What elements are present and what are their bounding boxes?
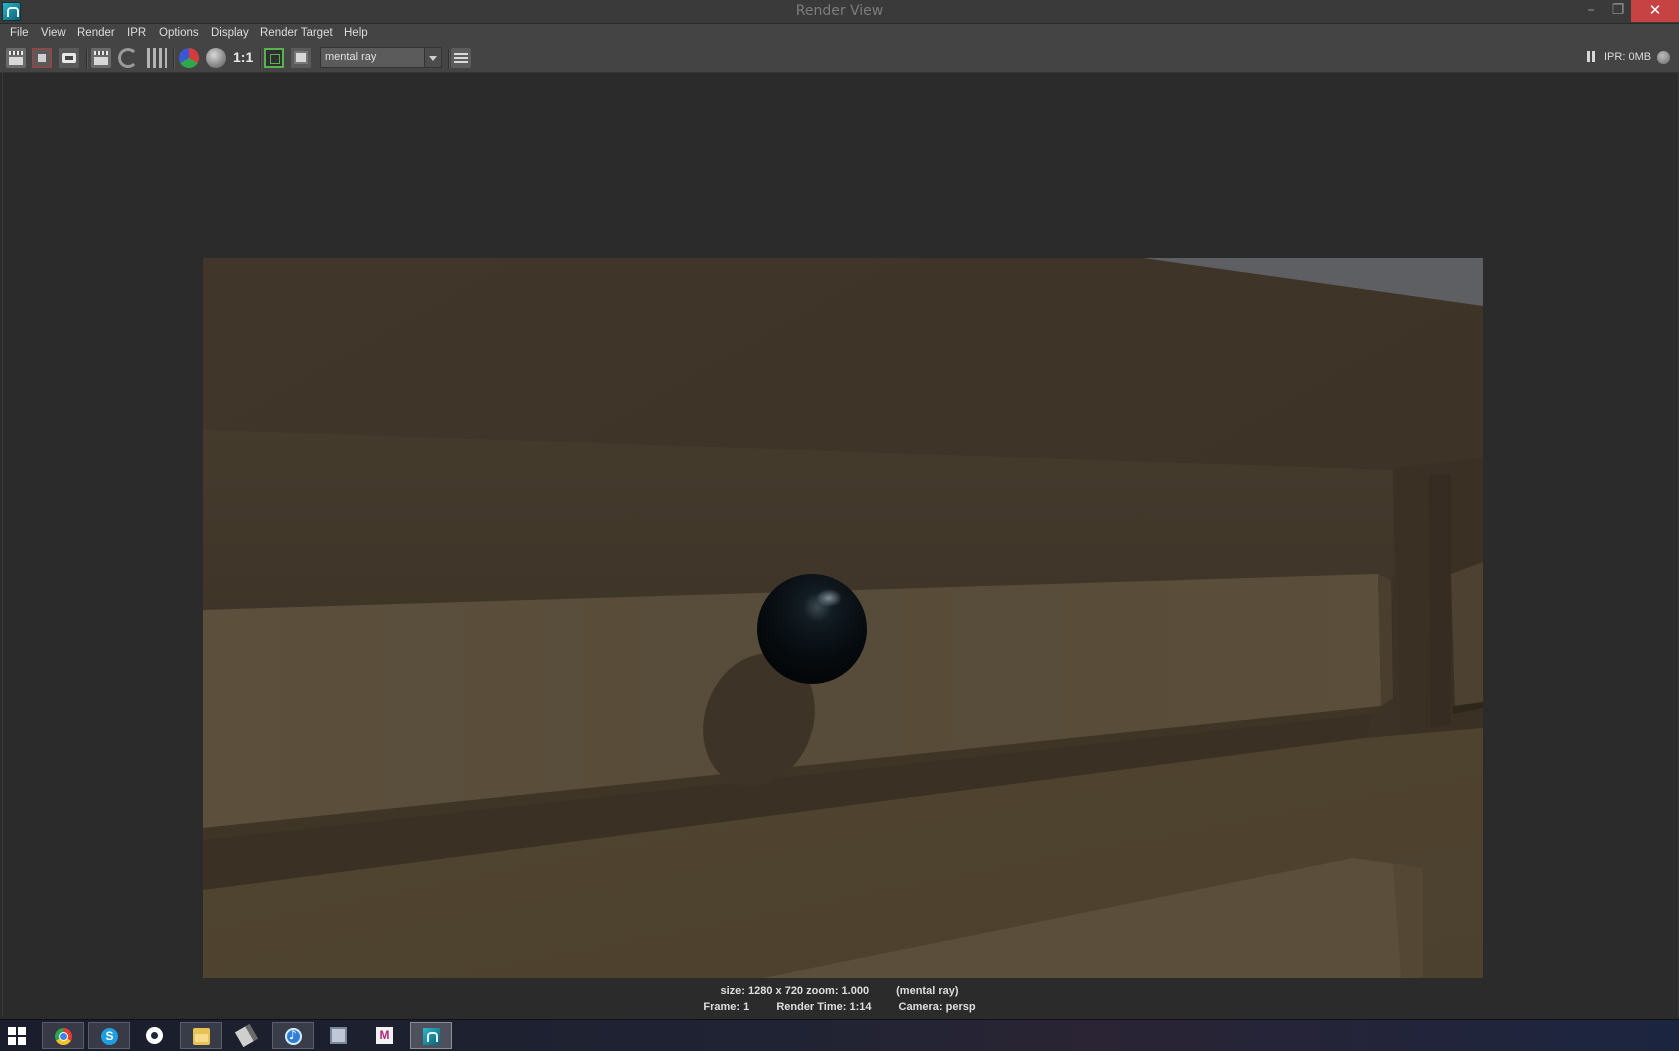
renderer-dropdown[interactable]: mental ray: [320, 47, 442, 68]
renderer-label: (mental ray): [896, 985, 959, 997]
taskbar-maya[interactable]: [410, 1022, 452, 1049]
taskbar-steam[interactable]: [134, 1022, 176, 1049]
menu-view[interactable]: View: [41, 27, 66, 39]
camera-name: Camera: persp: [898, 1001, 976, 1013]
toolbar-separator: [86, 49, 88, 69]
status-frame-line: Frame: 1 Render Time: 1:14 Camera: persp: [0, 1001, 1679, 1013]
snapshot-icon[interactable]: [59, 48, 79, 68]
menu-help[interactable]: Help: [344, 27, 368, 39]
render-region-icon[interactable]: [264, 48, 284, 68]
render-region-stop-icon[interactable]: [32, 48, 52, 68]
toolbar-separator: [448, 49, 450, 69]
render-time: Render Time: 1:14: [776, 1001, 872, 1013]
toolbar-separator: [260, 49, 262, 69]
taskbar-itunes[interactable]: [272, 1022, 314, 1049]
start-icon[interactable]: [8, 1027, 26, 1045]
pause-icon[interactable]: [1586, 51, 1596, 62]
taskbar-monitor[interactable]: [318, 1022, 360, 1049]
rendered-image: [203, 258, 1483, 978]
taskbar-skype[interactable]: S: [88, 1022, 130, 1049]
redo-previous-render-icon[interactable]: [6, 48, 26, 68]
restore-button[interactable]: ❐: [1603, 0, 1633, 22]
menu-render-target[interactable]: Render Target: [260, 27, 333, 39]
mudbox-icon: M: [376, 1027, 393, 1044]
monitor-icon: [330, 1027, 347, 1044]
status-size-line: size: 1280 x 720 zoom: 1.000 (mental ray…: [0, 985, 1679, 997]
ipr-memory-status: IPR: 0MB: [1604, 51, 1652, 63]
itunes-icon: [285, 1028, 302, 1045]
taskbar-file-explorer[interactable]: [180, 1022, 222, 1049]
taskbar: S M: [0, 1019, 1679, 1051]
close-button[interactable]: ✕: [1631, 0, 1679, 22]
menu-file[interactable]: File: [10, 27, 29, 39]
render-layers-icon[interactable]: [451, 48, 471, 68]
render-viewport[interactable]: [2, 73, 1679, 1017]
chrome-icon: [55, 1028, 72, 1045]
image-size-zoom: size: 1280 x 720 zoom: 1.000: [720, 985, 870, 997]
alpha-channel-icon[interactable]: [206, 48, 226, 68]
render-settings-icon[interactable]: [147, 48, 167, 68]
taskbar-mudbox[interactable]: M: [364, 1022, 406, 1049]
toolbar-separator: [173, 49, 175, 69]
file-explorer-icon: [193, 1028, 210, 1045]
taskbar-pen-tool[interactable]: [226, 1022, 268, 1049]
menu-ipr[interactable]: IPR: [127, 27, 146, 39]
maya-icon: [423, 1028, 440, 1045]
real-size-button[interactable]: 1:1: [233, 49, 257, 69]
pen-tool-icon: [234, 1023, 259, 1048]
window-title: Render View: [795, 3, 884, 19]
menu-bar: File View Render IPR Options Display Ren…: [0, 24, 1679, 44]
rgb-channels-icon[interactable]: [179, 48, 199, 68]
frame-number: Frame: 1: [703, 1001, 750, 1013]
menu-options[interactable]: Options: [159, 27, 199, 39]
ipr-render-icon[interactable]: [91, 48, 111, 68]
keep-image-icon[interactable]: [291, 48, 311, 68]
taskbar-chrome[interactable]: [42, 1022, 84, 1049]
renderer-value: mental ray: [325, 51, 377, 63]
ipr-status-icon[interactable]: [1657, 51, 1670, 64]
minimize-button[interactable]: –: [1576, 0, 1606, 22]
steam-icon: [146, 1027, 163, 1044]
menu-render[interactable]: Render: [77, 27, 115, 39]
title-bar: Render View – ❐ ✕: [0, 0, 1679, 24]
chevron-down-icon[interactable]: [424, 48, 441, 67]
toolbar: 1:1 mental ray: [0, 44, 1679, 73]
menu-display[interactable]: Display: [211, 27, 249, 39]
skype-icon: S: [101, 1028, 118, 1045]
refresh-icon[interactable]: [118, 48, 138, 68]
